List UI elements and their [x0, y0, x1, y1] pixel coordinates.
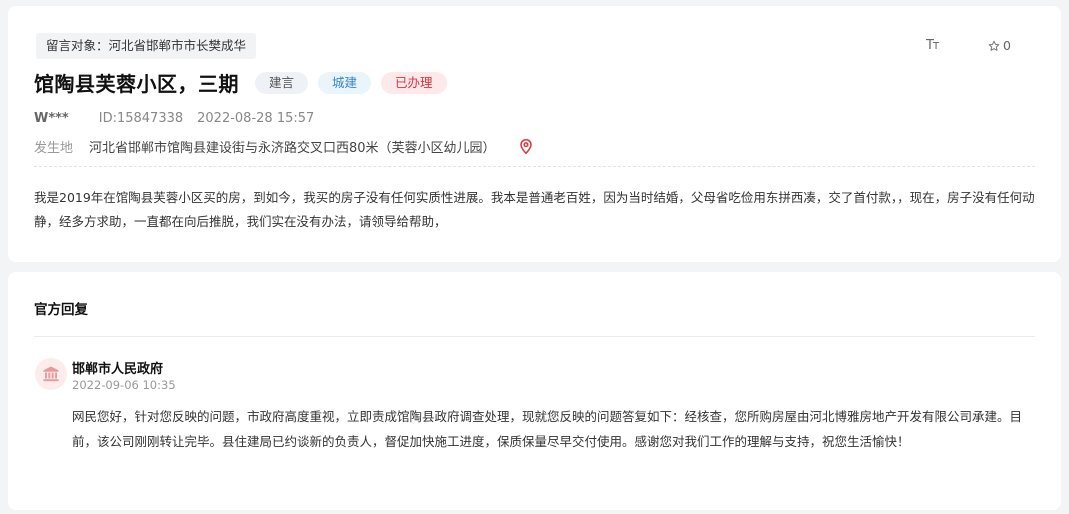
reply-card: 官方回复 邯郸市人民政府 2022-09-06 10:35 网民您好，针对您反映… [8, 272, 1061, 510]
status-badge: 已办理 [381, 71, 447, 94]
page-title: 馆陶县芙蓉小区，三期 [34, 72, 239, 96]
author-name: W*** [34, 111, 69, 126]
target-tag: 留言对象：河北省邯郸市市长樊成华 [36, 33, 257, 59]
message-time: 2022-08-28 15:57 [197, 111, 315, 126]
message-card: 留言对象：河北省邯郸市市长樊成华 馆陶县芙蓉小区，三期 建言 城建 已办理 TT… [8, 6, 1061, 262]
divider [34, 166, 1035, 167]
category-tag: 城建 [318, 71, 372, 94]
toolbar: TT 0 [926, 38, 1011, 53]
font-size-icon: TT [925, 38, 939, 53]
divider [34, 336, 1035, 337]
reply-heading: 官方回复 [34, 302, 88, 318]
reply-content: 网民您好，针对您反映的问题，市政府高度重视，立即责成馆陶县政府调查处理，现就您反… [72, 409, 1023, 449]
title-row: 馆陶县芙蓉小区，三期 建言 城建 已办理 [34, 68, 447, 97]
reply-time: 2022-09-06 10:35 [72, 378, 176, 392]
location-text: 河北省邯郸市馆陶县建设街与永济路交叉口西80米（芙蓉小区幼儿园） [89, 141, 496, 156]
star-icon [988, 40, 1000, 51]
favorite-count: 0 [1003, 38, 1011, 53]
font-size-button[interactable]: TT [925, 38, 939, 53]
location-pin-icon[interactable] [519, 139, 532, 154]
location-row: 发生地 河北省邯郸市馆陶县建设街与永济路交叉口西80米（芙蓉小区幼儿园） [34, 137, 532, 156]
type-tag: 建言 [255, 71, 309, 94]
message-content: 我是2019年在馆陶县芙蓉小区买的房，到如今，我买的房子没有任何实质性进展。我本… [34, 190, 1035, 229]
avatar [35, 358, 67, 390]
favorite-button[interactable]: 0 [988, 38, 1011, 53]
message-id: ID:15847338 [98, 111, 184, 126]
org-name: 邯郸市人民政府 [72, 362, 164, 377]
government-building-icon [43, 366, 59, 382]
location-label: 发生地 [34, 141, 74, 156]
meta-row: W*** ID:15847338 2022-08-28 15:57 [34, 111, 314, 126]
